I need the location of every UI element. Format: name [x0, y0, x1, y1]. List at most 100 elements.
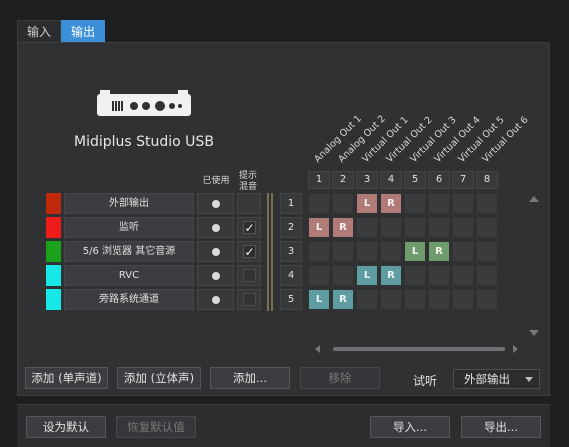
- routing-cell[interactable]: [404, 265, 426, 286]
- routing-cell[interactable]: R: [332, 289, 354, 310]
- in-use-indicator: [212, 224, 220, 232]
- channel-name[interactable]: 5/6 浏览器 其它音源: [64, 241, 194, 262]
- routing-cell[interactable]: [356, 289, 378, 310]
- routing-cell[interactable]: [332, 265, 354, 286]
- in-use-cell: [197, 289, 234, 310]
- cue-mix-cell: [237, 289, 261, 310]
- channel-name[interactable]: 监听: [64, 217, 194, 238]
- column-separator: [267, 193, 269, 311]
- column-separator: [271, 193, 273, 311]
- routing-cell[interactable]: R: [380, 193, 402, 214]
- horizontal-scrollbar[interactable]: [333, 347, 505, 351]
- remove-button[interactable]: 移除: [300, 367, 380, 389]
- export-button[interactable]: 导出...: [461, 416, 541, 438]
- channel-color-swatch[interactable]: [46, 241, 61, 262]
- channel-color-swatch[interactable]: [46, 289, 61, 310]
- in-use-indicator: [212, 272, 220, 280]
- routing-cell[interactable]: [404, 217, 426, 238]
- add-button[interactable]: 添加...: [210, 367, 290, 389]
- channel-name[interactable]: 外部输出: [64, 193, 194, 214]
- routing-cell[interactable]: [404, 289, 426, 310]
- audio-interface-icon: [97, 90, 191, 116]
- cue-mix-checkbox[interactable]: ✓: [243, 245, 256, 258]
- cue-mix-cell: ✓: [237, 217, 261, 238]
- output-number-3: 3: [356, 171, 378, 189]
- routing-cell[interactable]: [428, 265, 450, 286]
- tab-input[interactable]: 输入: [17, 20, 62, 42]
- scroll-left-icon[interactable]: [315, 345, 320, 353]
- routing-cell[interactable]: [308, 265, 330, 286]
- channel-number: 4: [280, 265, 302, 286]
- routing-cell[interactable]: [476, 217, 498, 238]
- routing-cell[interactable]: [452, 193, 474, 214]
- scroll-right-icon[interactable]: [513, 345, 518, 353]
- output-number-8: 8: [476, 171, 498, 189]
- routing-cell[interactable]: L: [308, 289, 330, 310]
- set-default-button[interactable]: 设为默认: [26, 416, 106, 438]
- device-name: Midiplus Studio USB: [74, 134, 214, 150]
- channel-number: 2: [280, 217, 302, 238]
- scroll-down-icon[interactable]: [529, 330, 539, 336]
- chevron-down-icon: [525, 377, 533, 382]
- routing-cell[interactable]: [452, 217, 474, 238]
- routing-cell[interactable]: [308, 241, 330, 262]
- audition-value: 外部输出: [464, 372, 510, 386]
- routing-cell[interactable]: [356, 217, 378, 238]
- in-use-cell: [197, 265, 234, 286]
- routing-cell[interactable]: [452, 241, 474, 262]
- routing-cell[interactable]: [476, 289, 498, 310]
- routing-cell[interactable]: [476, 193, 498, 214]
- routing-cell[interactable]: L: [356, 265, 378, 286]
- cue-mix-cell: [237, 193, 261, 214]
- routing-cell[interactable]: L: [356, 193, 378, 214]
- routing-cell[interactable]: L: [308, 217, 330, 238]
- routing-cell[interactable]: [308, 193, 330, 214]
- routing-cell[interactable]: [332, 193, 354, 214]
- routing-cell[interactable]: [476, 241, 498, 262]
- output-number-1: 1: [308, 171, 330, 189]
- audition-dropdown[interactable]: 外部输出: [453, 369, 540, 389]
- channel-color-swatch[interactable]: [46, 193, 61, 214]
- tab-output[interactable]: 输出: [61, 20, 106, 42]
- output-number-2: 2: [332, 171, 354, 189]
- channel-number: 3: [280, 241, 302, 262]
- channel-color-swatch[interactable]: [46, 265, 61, 286]
- routing-cell[interactable]: [356, 241, 378, 262]
- add-mono-button[interactable]: 添加 (单声道): [25, 367, 108, 389]
- output-number-5: 5: [404, 171, 426, 189]
- routing-cell[interactable]: R: [332, 217, 354, 238]
- cue-mix-checkbox[interactable]: [243, 269, 256, 282]
- routing-cell[interactable]: [428, 289, 450, 310]
- in-use-indicator: [212, 248, 220, 256]
- tab-bar: 输入 输出: [17, 20, 106, 42]
- in-use-cell: [197, 217, 234, 238]
- in-use-indicator: [212, 296, 220, 304]
- restore-default-button[interactable]: 恢复默认值: [116, 416, 196, 438]
- cue-mix-checkbox[interactable]: [243, 293, 256, 306]
- routing-cell[interactable]: [452, 289, 474, 310]
- scroll-up-icon[interactable]: [529, 196, 539, 202]
- routing-cell[interactable]: [428, 193, 450, 214]
- routing-cell[interactable]: [332, 241, 354, 262]
- cue-mix-header: 提示 混音: [238, 171, 257, 192]
- channel-number: 1: [280, 193, 302, 214]
- routing-cell[interactable]: [380, 241, 402, 262]
- routing-cell[interactable]: [380, 217, 402, 238]
- routing-cell[interactable]: [380, 289, 402, 310]
- channel-name[interactable]: RVC: [64, 265, 194, 286]
- routing-cell[interactable]: L: [404, 241, 426, 262]
- channel-number: 5: [280, 289, 302, 310]
- import-button[interactable]: 导入...: [370, 416, 450, 438]
- channel-color-swatch[interactable]: [46, 217, 61, 238]
- routing-cell[interactable]: [452, 265, 474, 286]
- cue-mix-checkbox[interactable]: ✓: [243, 221, 256, 234]
- channel-name[interactable]: 旁路系统通道: [64, 289, 194, 310]
- output-number-4: 4: [380, 171, 402, 189]
- routing-cell[interactable]: [476, 265, 498, 286]
- routing-cell[interactable]: R: [428, 241, 450, 262]
- routing-cell[interactable]: R: [380, 265, 402, 286]
- routing-cell[interactable]: [404, 193, 426, 214]
- routing-cell[interactable]: [428, 217, 450, 238]
- add-stereo-button[interactable]: 添加 (立体声): [117, 367, 201, 389]
- cue-mix-cell: [237, 265, 261, 286]
